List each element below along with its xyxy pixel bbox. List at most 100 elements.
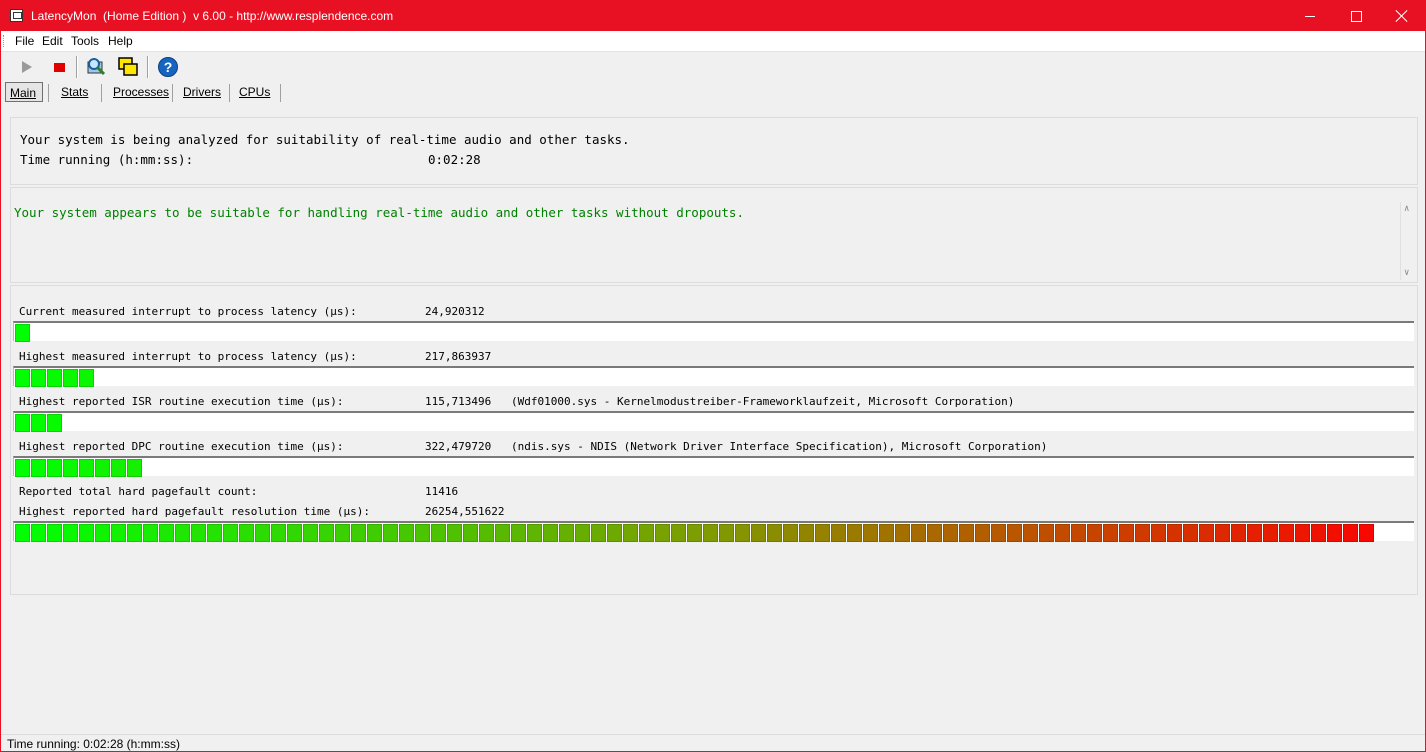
maximize-icon [1350, 10, 1362, 22]
tab-separator [172, 84, 173, 102]
meter-segment [431, 524, 446, 542]
meter-segment [47, 459, 62, 477]
meter-segment [95, 524, 110, 542]
meter-segment [79, 459, 94, 477]
meter-segment [15, 324, 30, 342]
meter-segment [1151, 524, 1166, 542]
meter-segment [63, 459, 78, 477]
tab-main[interactable]: Main [5, 82, 43, 102]
metric-label: Highest measured interrupt to process la… [19, 350, 357, 363]
meter-segment [1071, 524, 1086, 542]
title-bar[interactable]: LatencyMon (Home Edition ) v 6.00 - http… [1, 1, 1425, 31]
metric-label: Highest reported ISR routine execution t… [19, 395, 344, 408]
meter-segment [111, 459, 126, 477]
meter-segment [1183, 524, 1198, 542]
meter-segment [927, 524, 942, 542]
meter-segment [911, 524, 926, 542]
meter-segment [943, 524, 958, 542]
metric-driver-info: (ndis.sys - NDIS (Network Driver Interfa… [511, 440, 1048, 453]
window-title: LatencyMon (Home Edition ) v 6.00 - http… [31, 9, 394, 23]
menu-help[interactable]: Help [108, 34, 133, 48]
meter-segment [159, 524, 174, 542]
tab-processes[interactable]: Processes [113, 82, 169, 102]
menu-file[interactable]: File [15, 34, 34, 48]
metric-value: 24,920312 [425, 305, 485, 318]
toolbar-separator [76, 56, 78, 78]
metric-value: 26254,551622 [425, 505, 505, 518]
stop-button[interactable] [47, 55, 71, 79]
meter-segment [1023, 524, 1038, 542]
meter-segment [1231, 524, 1246, 542]
metric-value: 11416 [425, 485, 459, 498]
menu-tools[interactable]: Tools [71, 34, 99, 48]
meter-segment [111, 524, 126, 542]
meter-segment [1055, 524, 1070, 542]
verdict-scrollbar[interactable]: ∧ ∨ [1400, 202, 1415, 280]
scroll-down-icon[interactable]: ∨ [1404, 268, 1409, 278]
close-icon [1396, 10, 1408, 22]
meter-segment [1103, 524, 1118, 542]
meter-segment [191, 524, 206, 542]
meter-segment [447, 524, 462, 542]
play-icon [22, 61, 32, 73]
meter-segment [255, 524, 270, 542]
metric-value: 115,713496 [425, 395, 492, 408]
tab-cpus[interactable]: CPUs [239, 82, 270, 102]
meter-segment [31, 414, 46, 432]
meter-segment [47, 414, 62, 432]
meter-segment [751, 524, 766, 542]
metric-label: Highest reported hard pagefault resoluti… [19, 505, 370, 518]
windows-button[interactable] [116, 55, 140, 79]
help-button[interactable]: ? [156, 55, 180, 79]
meter-segment [143, 524, 158, 542]
meter-segment [399, 524, 414, 542]
status-bar: Time running: 0:02:28 (h:mm:ss) [1, 734, 1425, 752]
meter-segment [31, 524, 46, 542]
metric-label: Highest reported DPC routine execution t… [19, 440, 344, 453]
meter-segment [303, 524, 318, 542]
meter-segment [287, 524, 302, 542]
meter-segment [511, 524, 526, 542]
start-button[interactable] [15, 55, 39, 79]
meter-segment [991, 524, 1006, 542]
search-button[interactable] [84, 55, 108, 79]
meter-segment [1247, 524, 1262, 542]
metrics-panel: Current measured interrupt to process la… [10, 285, 1418, 595]
meter-segment [207, 524, 222, 542]
meter-segment [591, 524, 606, 542]
metric-driver-info: (Wdf01000.sys - Kernelmodustreiber-Frame… [511, 395, 1015, 408]
meter-segment [1327, 524, 1342, 542]
meter-segment [799, 524, 814, 542]
meter-segment [1087, 524, 1102, 542]
status-bar-text: Time running: 0:02:28 (h:mm:ss) [7, 737, 180, 751]
app-icon[interactable] [10, 9, 23, 22]
tab-stats[interactable]: Stats [61, 82, 88, 102]
latency-meter-bar [13, 366, 1414, 387]
menu-edit[interactable]: Edit [42, 34, 63, 48]
time-running-value: 0:02:28 [428, 152, 481, 167]
metric-value: 322,479720 [425, 440, 492, 453]
meter-segment [495, 524, 510, 542]
meter-segment [15, 524, 30, 542]
meter-segment [79, 369, 94, 387]
meter-segment [1135, 524, 1150, 542]
meter-segment [623, 524, 638, 542]
windows-icon [118, 57, 138, 76]
maximize-button[interactable] [1333, 1, 1379, 31]
close-button[interactable] [1379, 1, 1425, 31]
scroll-up-icon[interactable]: ∧ [1404, 204, 1409, 214]
latency-meter-bar [13, 321, 1414, 342]
meter-segment [1039, 524, 1054, 542]
analysis-status-text: Your system is being analyzed for suitab… [20, 132, 630, 147]
meter-segment [271, 524, 286, 542]
metric-label: Reported total hard pagefault count: [19, 485, 258, 498]
meter-segment [127, 524, 142, 542]
tab-drivers[interactable]: Drivers [183, 82, 221, 102]
search-icon [87, 58, 106, 76]
minimize-button[interactable] [1287, 1, 1333, 31]
meter-segment [655, 524, 670, 542]
meter-segment [831, 524, 846, 542]
meter-segment [783, 524, 798, 542]
menu-grip [3, 35, 7, 47]
verdict-message: Your system appears to be suitable for h… [14, 205, 744, 220]
